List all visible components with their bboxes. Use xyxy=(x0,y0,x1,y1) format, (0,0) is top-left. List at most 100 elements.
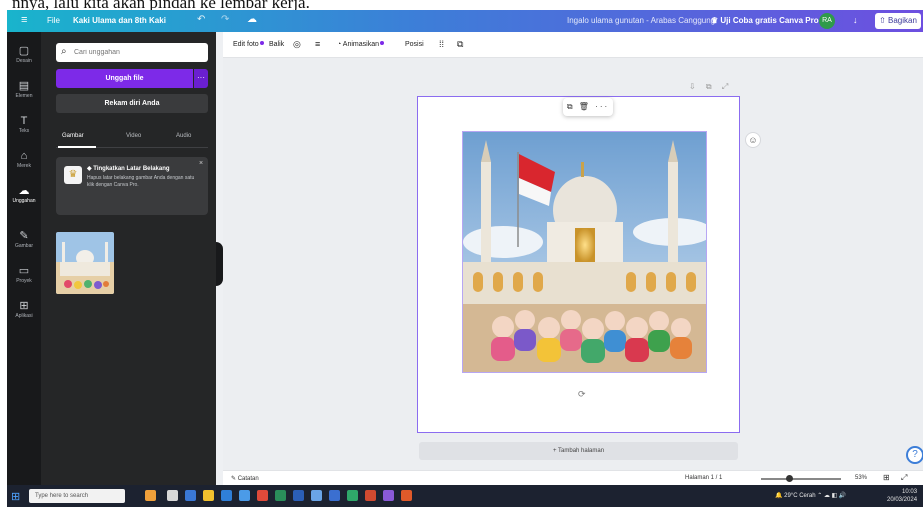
rail-item-label: Desain xyxy=(16,58,32,64)
app-icon[interactable] xyxy=(365,490,376,501)
zoom-slider-handle[interactable] xyxy=(785,475,793,482)
stats-icon[interactable]: ↓ xyxy=(853,15,858,25)
fullscreen-icon[interactable]: ⤢ xyxy=(901,473,907,483)
mosque-scene-image xyxy=(463,132,713,372)
tab-images[interactable]: Gambar xyxy=(62,133,84,139)
grid-view-icon[interactable]: ⊞ xyxy=(883,473,890,482)
page-tools[interactable]: ⇩ ⧉ ⤢ xyxy=(689,82,732,92)
rail-item-label: Aplikasi xyxy=(15,313,33,319)
design-icon: ▢ xyxy=(18,45,30,57)
windows-start-icon[interactable]: ⊞ xyxy=(11,490,20,503)
add-page-button[interactable]: + Tambah halaman xyxy=(419,442,738,460)
rail-item-design[interactable]: ▢ Desain xyxy=(7,42,41,72)
position-button[interactable]: Posisi xyxy=(405,41,424,48)
page-indicator[interactable]: Halaman 1 / 1 xyxy=(685,475,722,481)
share-button[interactable]: ⇧ Bagikan xyxy=(875,13,921,29)
home-icon[interactable]: ≡ xyxy=(21,14,27,26)
file-menu[interactable]: File xyxy=(47,16,60,25)
menu-icon[interactable]: ≡ xyxy=(315,39,320,49)
editor-bottom-bar: ✎ Catatan Halaman 1 / 1 53% ⊞ ⤢ xyxy=(223,470,923,485)
close-icon[interactable]: × xyxy=(199,160,203,167)
app-icon[interactable] xyxy=(383,490,394,501)
store-icon[interactable] xyxy=(221,490,232,501)
copy-style-icon[interactable]: ⧉ xyxy=(457,39,463,50)
animate-button[interactable]: ◔ Animasikan xyxy=(337,41,384,48)
help-button[interactable]: ? xyxy=(906,446,923,464)
elements-icon: ▤ xyxy=(18,80,30,92)
document-title[interactable]: Kaki Ulama dan 8th Kaki xyxy=(73,16,166,25)
rail-item-label: Unggahan xyxy=(12,198,36,204)
rail-item-text[interactable]: T Teks xyxy=(7,112,41,142)
file-explorer-icon[interactable] xyxy=(203,490,214,501)
rail-item-elements[interactable]: ▤ Elemen xyxy=(7,77,41,107)
chrome-icon[interactable] xyxy=(257,490,268,501)
edge-browser-icon[interactable] xyxy=(185,490,196,501)
app-icon[interactable] xyxy=(401,490,412,501)
selected-image[interactable] xyxy=(462,131,713,373)
taskbar-clock[interactable]: 10:03 20/03/2024 xyxy=(887,488,917,504)
rail-item-label: Proyek xyxy=(16,278,32,284)
projects-icon: ▭ xyxy=(18,265,30,277)
rotate-icon[interactable]: ⟳ xyxy=(578,389,586,400)
draw-icon: ✎ xyxy=(19,230,29,242)
upgrade-notice[interactable]: ♛ ◆ Tingkatkan Latar Belakang Hapus lata… xyxy=(56,157,208,215)
free-trial-button[interactable]: ♛ Uji Coba gratis Canva Pro xyxy=(711,16,819,25)
crown-icon: ♛ xyxy=(64,166,82,184)
search-box[interactable]: ⌕ xyxy=(56,43,208,62)
app-icon[interactable] xyxy=(347,490,358,501)
rail-item-uploads[interactable]: ☁ Unggahan xyxy=(7,182,41,212)
text-icon: T xyxy=(20,115,28,127)
app-icon[interactable] xyxy=(311,490,322,501)
rail-item-draw[interactable]: ✎ Gambar xyxy=(7,227,41,257)
top-bar-note: Ingalo ulama gunutan - Arabas Canggung xyxy=(567,16,716,25)
element-floating-toolbar[interactable]: ⧉ 🗑 ··· xyxy=(563,98,613,116)
tab-audio[interactable]: Audio xyxy=(176,133,191,139)
undo-icon[interactable]: ↶ xyxy=(197,14,205,25)
weather-icon[interactable] xyxy=(145,490,156,501)
rail-item-projects[interactable]: ▭ Proyek xyxy=(7,262,41,292)
uploaded-image-thumbnail[interactable] xyxy=(56,232,114,294)
media-tabs: Gambar Video Audio xyxy=(56,128,208,148)
flip-button[interactable]: Balik xyxy=(269,41,284,48)
record-yourself-button[interactable]: Rekam diri Anda xyxy=(56,94,208,113)
active-tab-indicator xyxy=(58,146,96,148)
search-icon: ⌕ xyxy=(61,46,67,57)
edit-photo-label: Edit foto xyxy=(233,41,259,48)
redo-icon[interactable]: ↷ xyxy=(221,14,229,25)
upload-more-options-button[interactable]: ··· xyxy=(194,69,208,88)
notice-title: ◆ Tingkatkan Latar Belakang xyxy=(87,166,170,172)
edit-photo-button[interactable]: Edit foto xyxy=(233,41,264,48)
pro-dot-icon xyxy=(379,41,384,45)
task-view-icon[interactable] xyxy=(167,490,178,501)
cloud-save-icon: ☁ xyxy=(247,14,257,25)
rail-item-brand[interactable]: ⌂ Merek xyxy=(7,147,41,177)
comment-icon[interactable]: ☺ xyxy=(745,132,761,148)
tab-videos[interactable]: Video xyxy=(126,133,141,139)
word-icon[interactable] xyxy=(293,490,304,501)
side-rail: ▢ Desain ▤ Elemen T Teks ⌂ Merek ☁ Ungga… xyxy=(7,32,41,485)
thumbnail-image xyxy=(56,232,114,294)
excel-icon[interactable] xyxy=(275,490,286,501)
avatar[interactable]: RA xyxy=(819,13,835,29)
system-tray[interactable]: 🔔 29°C Cerah ⌃ ☁ ◧ 🔊 xyxy=(775,492,846,499)
rail-item-apps[interactable]: ⊞ Aplikasi xyxy=(7,297,41,327)
collapse-panel-handle[interactable] xyxy=(216,242,223,286)
taskbar-search-input[interactable]: Type here to search xyxy=(29,489,125,503)
rail-item-label: Elemen xyxy=(15,93,33,99)
zoom-level[interactable]: 53% xyxy=(855,475,867,481)
notes-button[interactable]: ✎ Catatan xyxy=(231,475,259,482)
zoom-slider[interactable] xyxy=(761,478,841,480)
canvas-area: ⇩ ⧉ ⤢ ⧉ 🗑 ··· ⟳ ☺ + Tambah halaman ? xyxy=(223,58,923,470)
transparency-icon[interactable]: ⁞⁞ xyxy=(439,39,444,49)
active-app-icon[interactable] xyxy=(329,490,340,501)
canva-editor-window: ≡ File Kaki Ulama dan 8th Kaki ↶ ↷ ☁ Ing… xyxy=(7,10,923,507)
animate-label: Animasikan xyxy=(342,41,379,48)
settings-icon[interactable]: ◎ xyxy=(293,39,301,50)
search-input[interactable] xyxy=(74,45,202,60)
rail-item-label: Teks xyxy=(18,128,30,134)
upload-files-button[interactable]: Unggah file xyxy=(56,69,193,88)
brand-icon: ⌂ xyxy=(20,150,28,162)
mail-icon[interactable] xyxy=(239,490,250,501)
clock-date: 20/03/2024 xyxy=(887,497,918,503)
editor-top-bar: ≡ File Kaki Ulama dan 8th Kaki ↶ ↷ ☁ Ing… xyxy=(7,10,923,32)
